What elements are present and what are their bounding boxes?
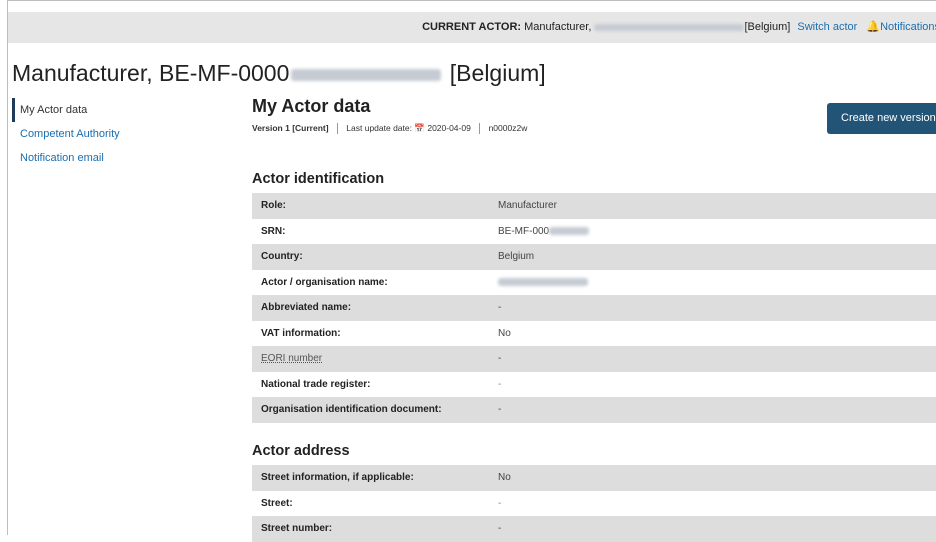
page-title-country: [Belgium]	[449, 60, 546, 86]
row-label: SRN:	[261, 225, 286, 237]
row-value: Belgium	[498, 251, 535, 262]
row-value: -	[498, 497, 502, 509]
redacted-srn	[549, 226, 590, 235]
row-value: -	[498, 353, 502, 364]
row-label: Street:	[261, 497, 293, 509]
meta-divider	[336, 123, 338, 135]
page-title: Manufacturer, BE-MF-0000 [Belgium]	[12, 60, 546, 87]
table-row: Country: Belgium	[252, 244, 936, 270]
row-value	[498, 270, 588, 296]
calendar-icon: 📅	[414, 123, 425, 133]
redacted-actor-id	[594, 23, 745, 31]
side-navigation: My Actor data Competent Authority Notifi…	[12, 98, 232, 170]
row-value: -	[498, 404, 502, 415]
last-update-date: 2020-04-09	[427, 123, 471, 133]
row-value: Manufacturer	[498, 200, 557, 211]
row-label: Organisation identification document:	[261, 404, 442, 415]
create-new-version-button[interactable]: Create new version	[827, 103, 936, 134]
notifications-link[interactable]: Notifications	[880, 21, 936, 33]
row-value: No	[498, 327, 511, 339]
table-row: EORI number -	[252, 346, 936, 372]
sidebar-item-competent-authority[interactable]: Competent Authority	[12, 122, 232, 146]
table-row: Organisation identification document: -	[252, 397, 936, 423]
redacted-actor-id	[291, 68, 442, 81]
version-status: [Current]	[292, 123, 329, 133]
row-label: Country:	[261, 251, 303, 262]
eori-number-label[interactable]: EORI number	[261, 346, 322, 372]
actor-address-table: Street information, if applicable: No St…	[252, 465, 936, 542]
row-label: Role:	[261, 200, 286, 211]
row-value: -	[498, 378, 502, 390]
table-row: Actor / organisation name:	[252, 270, 936, 296]
row-value: No	[498, 472, 511, 483]
row-value: -	[498, 302, 502, 313]
row-label: VAT information:	[261, 327, 341, 339]
actor-identification-title: Actor identification	[252, 171, 385, 187]
sidebar-item-notification-email[interactable]: Notification email	[12, 146, 232, 170]
row-label: Street number:	[261, 523, 333, 534]
table-row: SRN: BE-MF-000	[252, 219, 936, 245]
row-label: Actor / organisation name:	[261, 276, 388, 288]
row-value: -	[498, 523, 502, 534]
table-row: National trade register: -	[252, 372, 936, 398]
frame-left-border	[7, 0, 8, 535]
actor-address-title: Actor address	[252, 443, 350, 459]
page-title-prefix: Manufacturer, BE-MF-0000	[12, 60, 290, 86]
frame-top-border	[7, 0, 936, 1]
bell-icon[interactable]: 🔔	[866, 21, 880, 33]
row-label: Abbreviated name:	[261, 302, 352, 313]
row-label: Street information, if applicable:	[261, 472, 414, 483]
switch-actor-link[interactable]: Switch actor	[797, 21, 857, 33]
table-row: Street: -	[252, 491, 936, 517]
version-number: Version 1	[252, 123, 290, 133]
table-row: Abbreviated name: -	[252, 295, 936, 321]
current-actor-label: CURRENT ACTOR:	[422, 21, 522, 33]
last-update-label: Last update date:	[346, 123, 412, 133]
table-row: VAT information: No	[252, 321, 936, 347]
current-actor-role: Manufacturer,	[524, 21, 592, 33]
srn-prefix: BE-MF-000	[498, 225, 550, 237]
meta-divider	[479, 123, 481, 135]
table-row: Street number: -	[252, 516, 936, 542]
row-value: BE-MF-000	[498, 219, 590, 245]
current-actor-country: [Belgium]	[744, 21, 791, 33]
row-label: National trade register:	[261, 378, 371, 390]
sidebar-item-my-actor-data[interactable]: My Actor data	[12, 98, 232, 122]
table-row: Role: Manufacturer	[252, 193, 936, 219]
record-code: n0000z2w	[488, 123, 528, 133]
current-actor-bar: CURRENT ACTOR: Manufacturer, [Belgium] S…	[8, 12, 936, 43]
actor-identification-table: Role: Manufacturer SRN: BE-MF-000 Countr…	[252, 193, 936, 423]
table-row: Street information, if applicable: No	[252, 465, 936, 491]
redacted-organisation-name	[498, 277, 588, 286]
